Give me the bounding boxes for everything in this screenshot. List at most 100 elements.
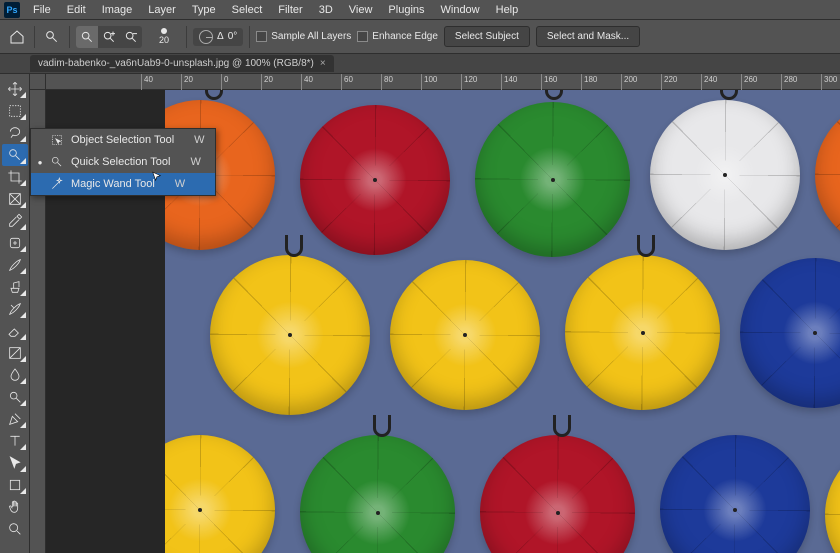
lasso-tool[interactable] bbox=[2, 122, 28, 144]
ruler-horizontal[interactable]: 40 20 0 20 40 60 80 100 120 140 160 180 … bbox=[46, 74, 840, 90]
sample-all-layers-checkbox[interactable]: Sample All Layers bbox=[256, 31, 351, 42]
selection-mode-group bbox=[76, 26, 142, 48]
flyout-item-object-selection[interactable]: Object Selection Tool W bbox=[31, 129, 215, 151]
tool-preset-icon[interactable] bbox=[41, 26, 63, 48]
brush-preview-dot bbox=[161, 28, 167, 34]
menu-bar: Ps File Edit Image Layer Type Select Fil… bbox=[0, 0, 840, 20]
sample-all-layers-label: Sample All Layers bbox=[271, 31, 351, 42]
eyedropper-tool[interactable] bbox=[2, 210, 28, 232]
brush-size-picker[interactable]: 20 bbox=[148, 28, 180, 45]
document-tab-title: vadim-babenko-_va6nUab9-0-unsplash.jpg @… bbox=[38, 58, 314, 69]
separator bbox=[186, 26, 187, 48]
path-selection-tool[interactable] bbox=[2, 452, 28, 474]
move-tool[interactable] bbox=[2, 78, 28, 100]
flyout-item-magic-wand[interactable]: Magic Wand Tool W bbox=[31, 173, 215, 195]
angle-value: 0° bbox=[228, 31, 238, 42]
ruler-tick: 180 bbox=[584, 75, 597, 84]
ruler-tick: 40 bbox=[304, 75, 313, 84]
menu-image[interactable]: Image bbox=[95, 2, 140, 18]
enhance-edge-checkbox[interactable]: Enhance Edge bbox=[357, 31, 438, 42]
tools-panel bbox=[0, 74, 30, 553]
ruler-tick: 60 bbox=[344, 75, 353, 84]
dodge-tool[interactable] bbox=[2, 386, 28, 408]
eraser-tool[interactable] bbox=[2, 320, 28, 342]
menu-plugins[interactable]: Plugins bbox=[381, 2, 431, 18]
menu-type[interactable]: Type bbox=[185, 2, 223, 18]
brush-tool[interactable] bbox=[2, 254, 28, 276]
flyout-check-icon: ● bbox=[37, 158, 43, 167]
pen-tool[interactable] bbox=[2, 408, 28, 430]
enhance-edge-label: Enhance Edge bbox=[372, 31, 438, 42]
ruler-origin[interactable] bbox=[30, 74, 46, 90]
flyout-item-label: Object Selection Tool bbox=[71, 134, 174, 146]
flyout-item-label: Magic Wand Tool bbox=[71, 178, 155, 190]
add-selection-icon[interactable] bbox=[98, 26, 120, 48]
document-tab[interactable]: vadim-babenko-_va6nUab9-0-unsplash.jpg @… bbox=[30, 55, 334, 72]
close-icon[interactable]: × bbox=[320, 58, 326, 69]
blur-tool[interactable] bbox=[2, 364, 28, 386]
menu-edit[interactable]: Edit bbox=[60, 2, 93, 18]
app-logo: Ps bbox=[4, 2, 20, 18]
flyout-item-shortcut: W bbox=[194, 134, 204, 146]
ruler-tick: 300 bbox=[824, 75, 837, 84]
type-tool[interactable] bbox=[2, 430, 28, 452]
select-and-mask-button[interactable]: Select and Mask... bbox=[536, 26, 640, 47]
object-selection-icon bbox=[49, 132, 65, 148]
flyout-item-shortcut: W bbox=[190, 156, 200, 168]
frame-tool[interactable] bbox=[2, 188, 28, 210]
marquee-tool[interactable] bbox=[2, 100, 28, 122]
crop-tool[interactable] bbox=[2, 166, 28, 188]
checkbox-icon bbox=[256, 31, 267, 42]
gradient-tool[interactable] bbox=[2, 342, 28, 364]
checkbox-icon bbox=[357, 31, 368, 42]
menu-3d[interactable]: 3D bbox=[312, 2, 340, 18]
separator bbox=[34, 26, 35, 48]
ruler-tick: 260 bbox=[744, 75, 757, 84]
flyout-item-label: Quick Selection Tool bbox=[71, 156, 170, 168]
flyout-item-shortcut: W bbox=[175, 178, 185, 190]
menu-filter[interactable]: Filter bbox=[271, 2, 309, 18]
subtract-selection-icon[interactable] bbox=[120, 26, 142, 48]
brush-size-value: 20 bbox=[159, 36, 169, 45]
ruler-tick: 20 bbox=[264, 75, 273, 84]
ruler-tick: 200 bbox=[624, 75, 637, 84]
shape-tool[interactable] bbox=[2, 474, 28, 496]
ruler-tick: 100 bbox=[424, 75, 437, 84]
menu-layer[interactable]: Layer bbox=[141, 2, 183, 18]
ruler-tick: 80 bbox=[384, 75, 393, 84]
select-subject-button[interactable]: Select Subject bbox=[444, 26, 530, 47]
angle-delta-label: Δ bbox=[217, 31, 224, 42]
menu-file[interactable]: File bbox=[26, 2, 58, 18]
brush-angle-control[interactable]: Δ 0° bbox=[193, 28, 243, 46]
menu-window[interactable]: Window bbox=[434, 2, 487, 18]
ruler-tick: 220 bbox=[664, 75, 677, 84]
separator bbox=[249, 26, 250, 48]
history-brush-tool[interactable] bbox=[2, 298, 28, 320]
home-icon[interactable] bbox=[6, 26, 28, 48]
ruler-tick: 40 bbox=[144, 75, 153, 84]
menu-select[interactable]: Select bbox=[225, 2, 270, 18]
new-selection-icon[interactable] bbox=[76, 26, 98, 48]
ruler-tick: 160 bbox=[544, 75, 557, 84]
healing-brush-tool[interactable] bbox=[2, 232, 28, 254]
options-bar: 20 Δ 0° Sample All Layers Enhance Edge S… bbox=[0, 20, 840, 54]
tool-flyout-menu: Object Selection Tool W ● Quick Selectio… bbox=[30, 128, 216, 196]
document-tab-bar: vadim-babenko-_va6nUab9-0-unsplash.jpg @… bbox=[0, 54, 840, 74]
ruler-tick: 20 bbox=[184, 75, 193, 84]
quick-selection-icon bbox=[49, 154, 65, 170]
ruler-tick: 120 bbox=[464, 75, 477, 84]
clone-stamp-tool[interactable] bbox=[2, 276, 28, 298]
ruler-tick: 240 bbox=[704, 75, 717, 84]
flyout-item-quick-selection[interactable]: ● Quick Selection Tool W bbox=[31, 151, 215, 173]
hand-tool[interactable] bbox=[2, 496, 28, 518]
ruler-tick: 280 bbox=[784, 75, 797, 84]
zoom-tool[interactable] bbox=[2, 518, 28, 540]
document-canvas[interactable] bbox=[165, 90, 840, 553]
menu-view[interactable]: View bbox=[342, 2, 380, 18]
ruler-tick: 140 bbox=[504, 75, 517, 84]
magic-wand-icon bbox=[49, 176, 65, 192]
menu-help[interactable]: Help bbox=[489, 2, 526, 18]
quick-selection-tool[interactable] bbox=[2, 144, 28, 166]
ruler-tick: 0 bbox=[224, 75, 228, 84]
angle-dial-icon bbox=[199, 30, 213, 44]
